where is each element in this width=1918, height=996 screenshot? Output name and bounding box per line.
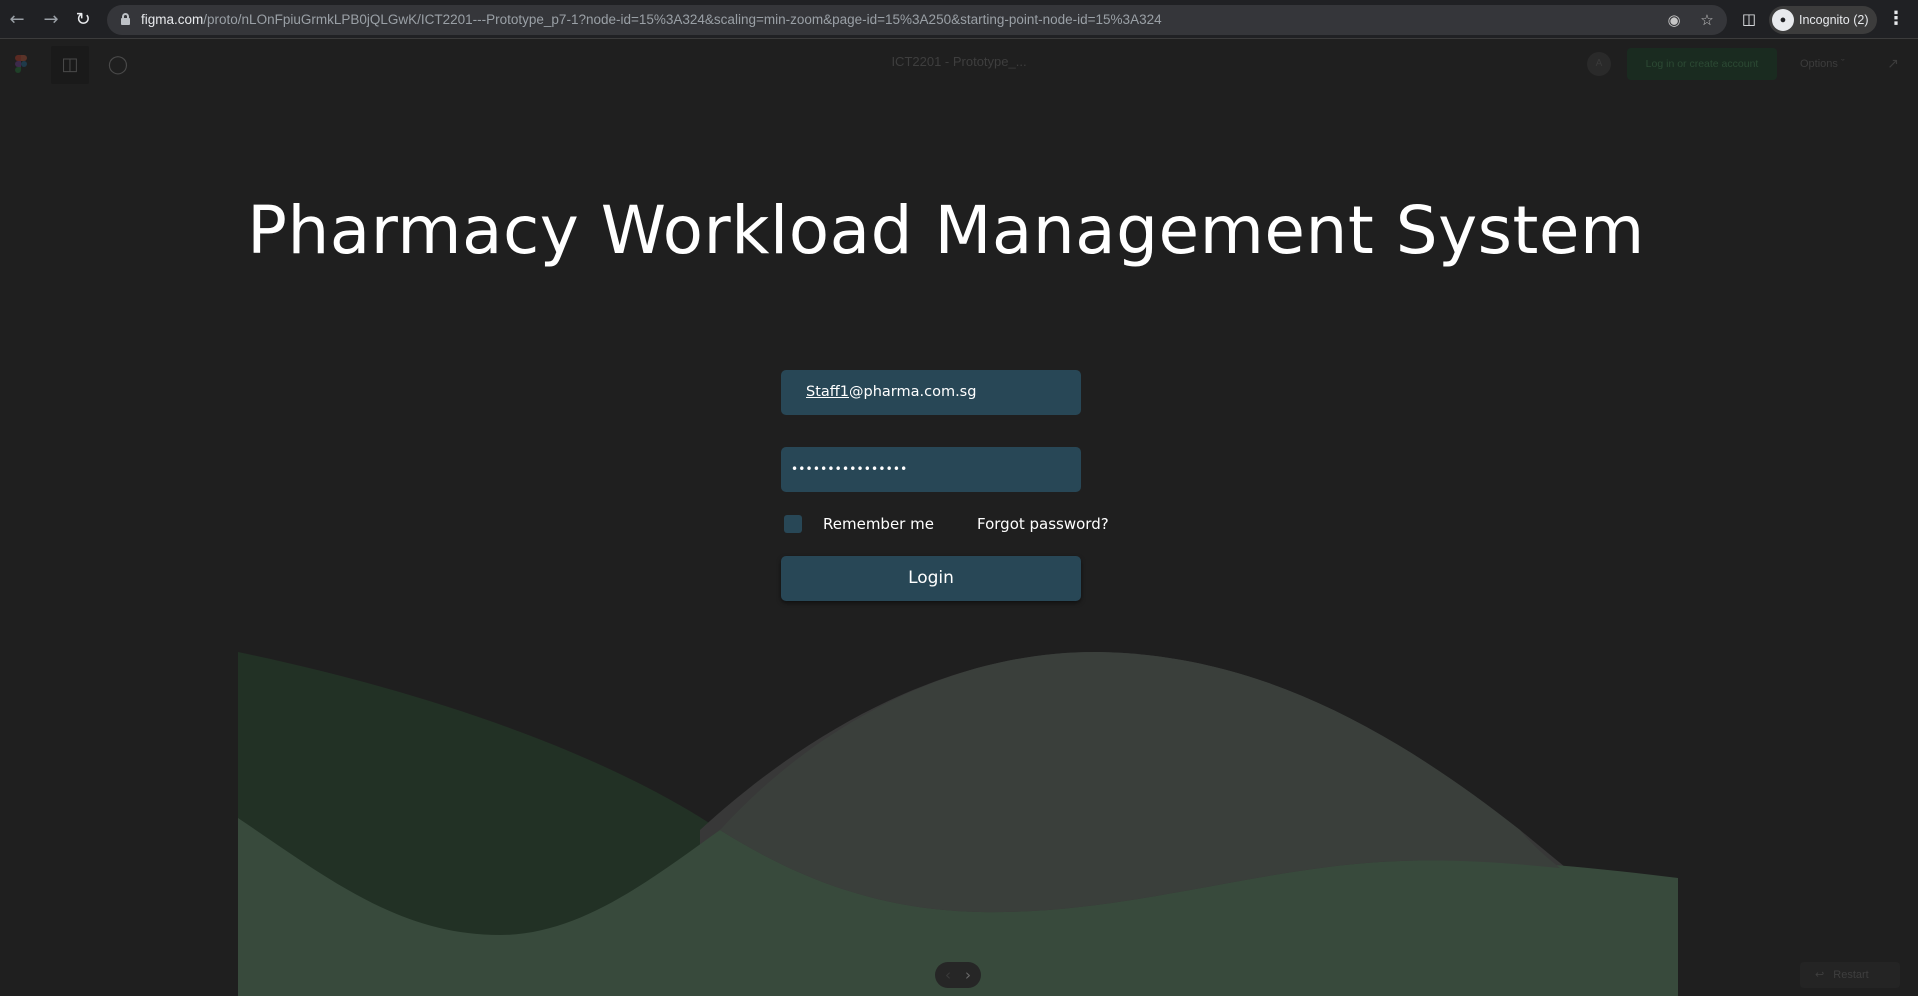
background-waves bbox=[238, 651, 1678, 996]
prototype-nav: ‹ › bbox=[935, 962, 981, 988]
forgot-password-link[interactable]: Forgot password? bbox=[977, 514, 1109, 534]
restart-icon: ↩ bbox=[1815, 969, 1825, 981]
email-value[interactable]: Staff1@pharma.com.sg bbox=[806, 370, 976, 415]
password-value[interactable]: •••••••••••••••• bbox=[791, 447, 907, 492]
restart-label: Restart bbox=[1833, 969, 1869, 981]
chevron-left-icon[interactable]: ‹ bbox=[938, 964, 958, 986]
login-button[interactable]: Login bbox=[781, 556, 1081, 601]
restart-button[interactable]: ↩ Restart bbox=[1800, 962, 1900, 988]
email-field[interactable]: Staff1@pharma.com.sg bbox=[781, 370, 1081, 415]
chevron-right-icon[interactable]: › bbox=[958, 964, 978, 986]
password-field[interactable]: •••••••••••••••• bbox=[781, 447, 1081, 492]
remember-me-checkbox[interactable] bbox=[784, 515, 802, 533]
remember-me-label[interactable]: Remember me bbox=[823, 514, 934, 534]
page-title: Pharmacy Workload Management System bbox=[247, 192, 1645, 269]
